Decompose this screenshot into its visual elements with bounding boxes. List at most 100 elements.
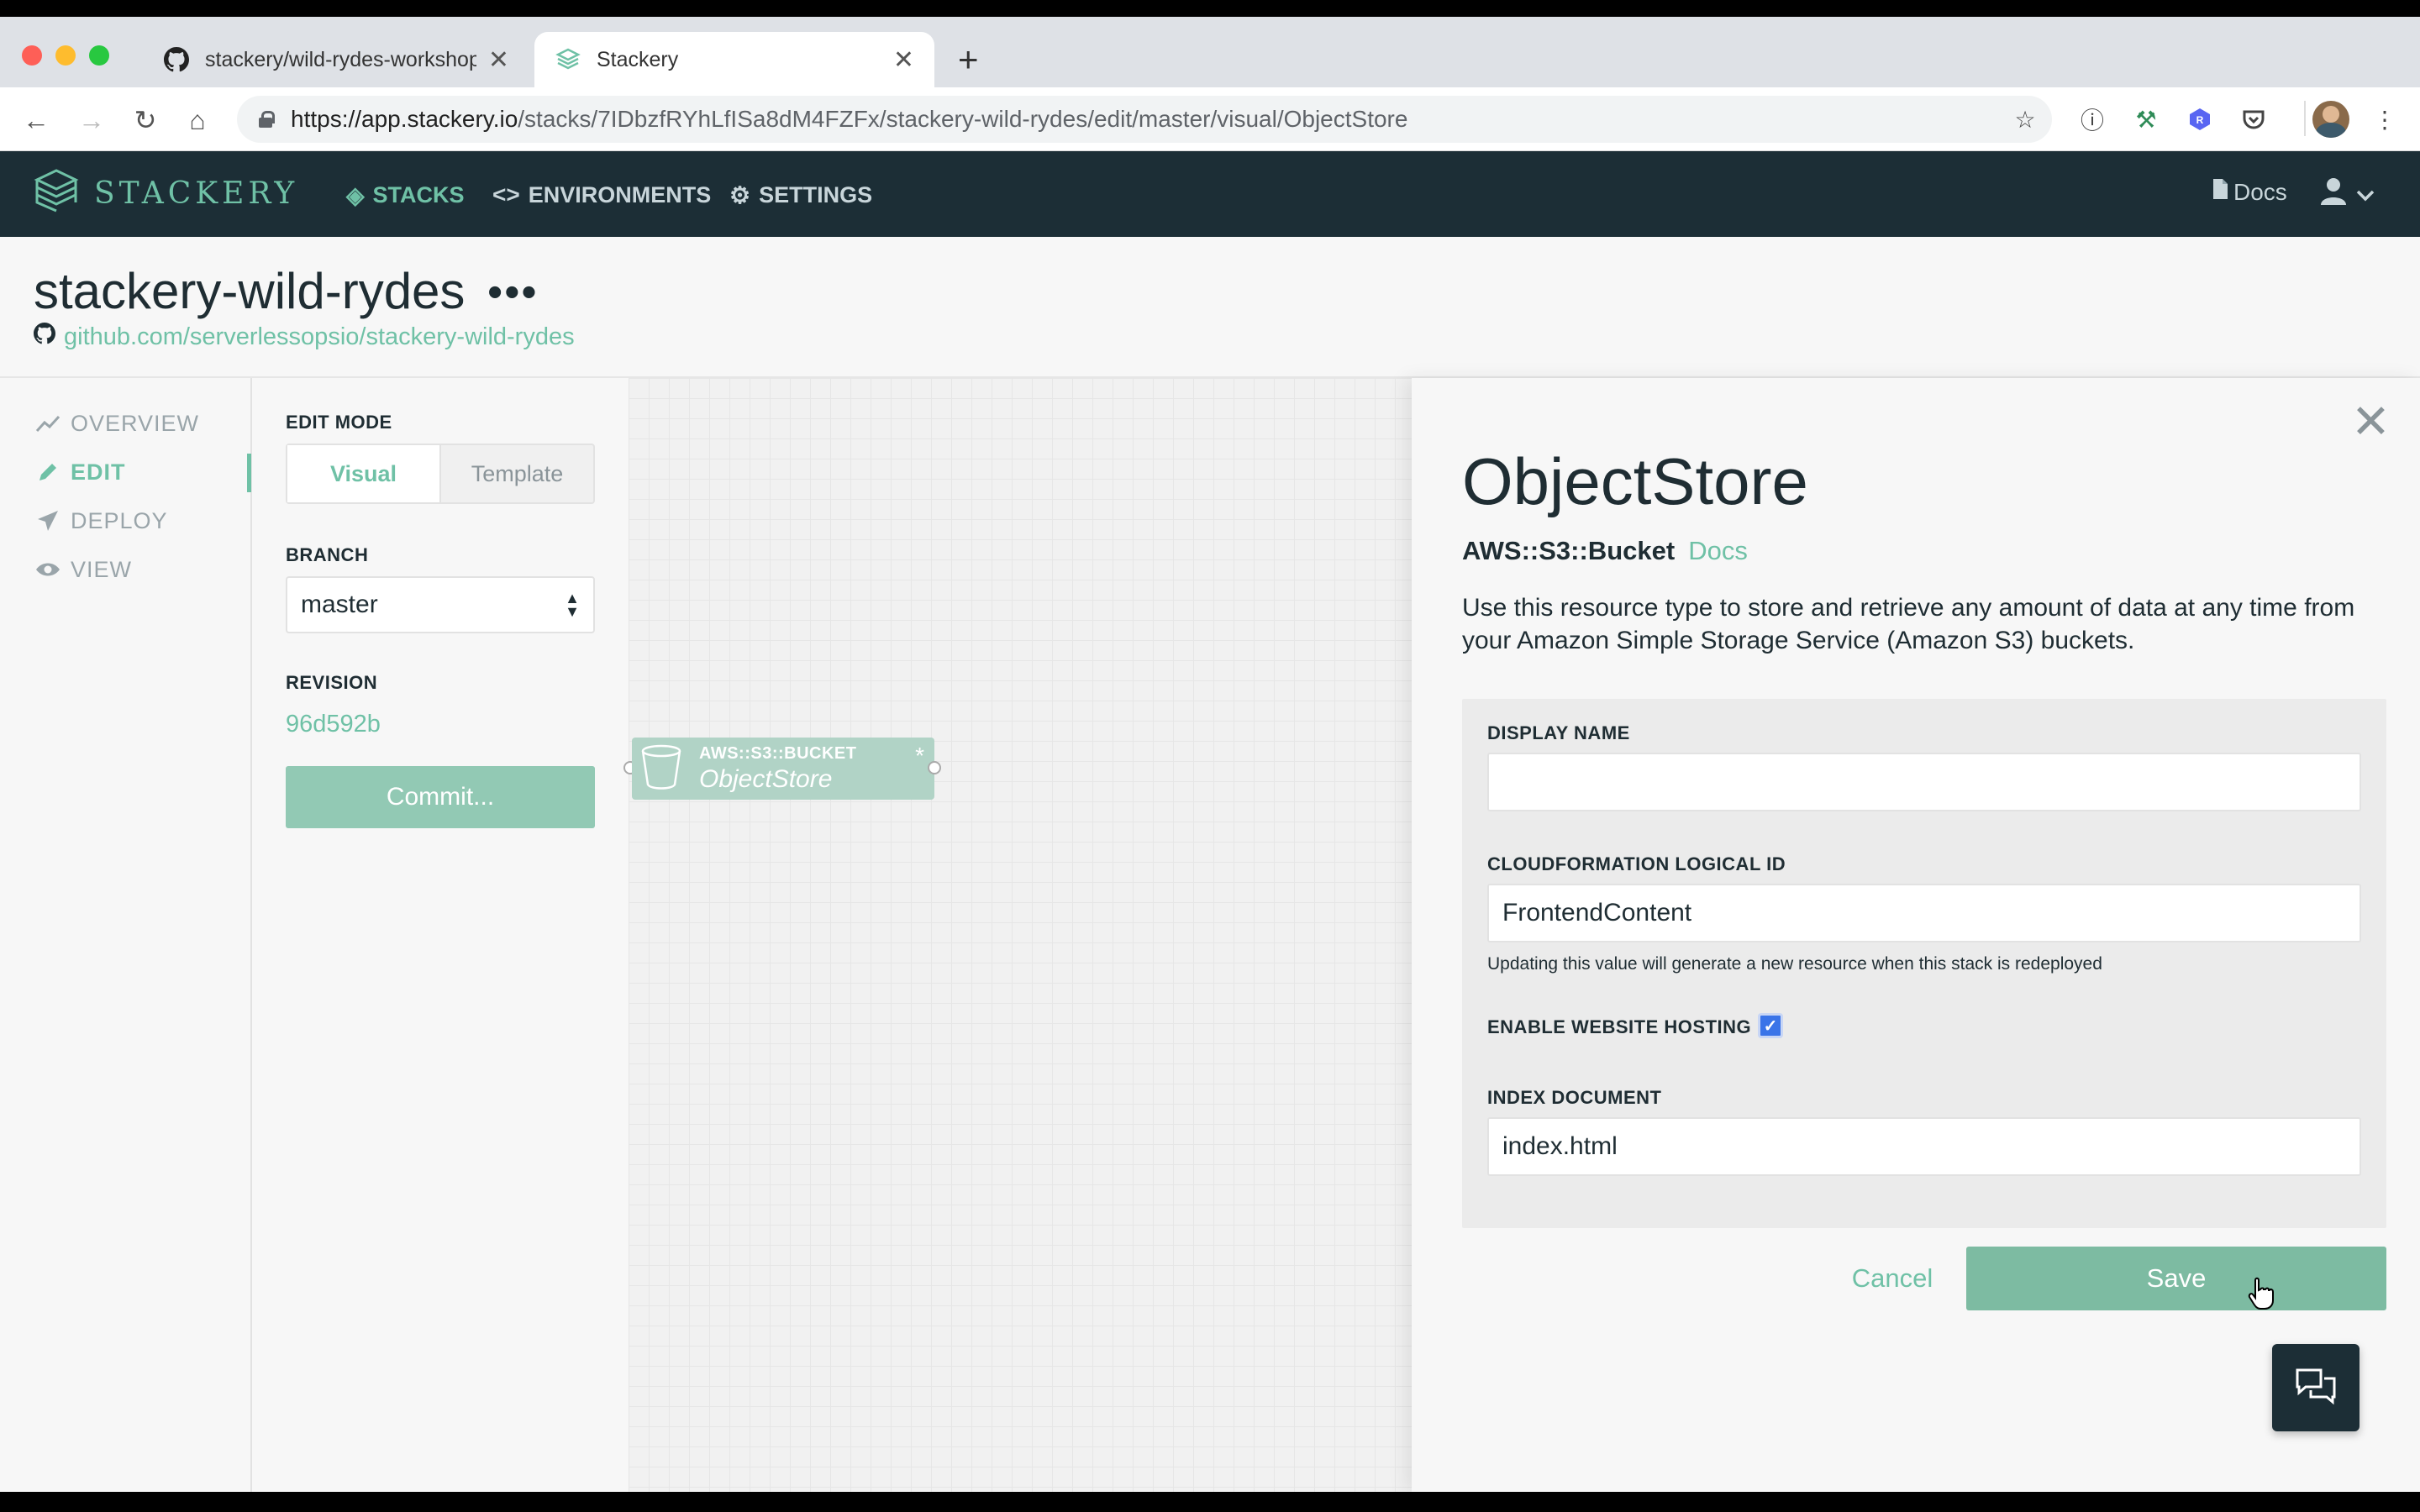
nav-settings[interactable]: ⚙ SETTINGS — [729, 178, 872, 212]
sidebar-item-label: VIEW — [71, 556, 133, 582]
mode-visual-button[interactable]: Visual — [287, 445, 441, 502]
user-icon — [2319, 176, 2348, 212]
more-options-button[interactable]: ••• — [487, 267, 539, 318]
visual-canvas[interactable] — [629, 378, 1412, 1492]
cancel-button[interactable]: Cancel — [1832, 1247, 1953, 1310]
minimize-window-button[interactable] — [55, 45, 76, 66]
r-extension-icon[interactable]: R — [2185, 104, 2215, 134]
lock-icon — [259, 111, 275, 128]
resource-docs-link[interactable]: Docs — [1688, 536, 1748, 566]
nav-settings-label: SETTINGS — [759, 181, 873, 207]
stackery-icon — [555, 46, 581, 73]
eye-icon — [34, 561, 62, 578]
forward-button[interactable]: → — [74, 102, 109, 138]
stackery-logo-icon — [34, 167, 79, 220]
sidebar-item-deploy[interactable]: DEPLOY — [34, 504, 168, 538]
browser-menu-icon[interactable]: ⋮ — [2370, 104, 2400, 134]
sidebar-item-label: EDIT — [71, 459, 126, 485]
home-button[interactable]: ⌂ — [180, 102, 215, 138]
branch-value: master — [301, 591, 378, 618]
node-name: ObjectStore — [699, 764, 833, 793]
stackery-logo[interactable]: STACKERY — [34, 168, 298, 218]
chat-button[interactable] — [2272, 1344, 2360, 1431]
edit-mode-label: EDIT MODE — [286, 412, 392, 433]
github-icon — [163, 46, 190, 73]
docs-link[interactable]: Docs — [2212, 178, 2287, 206]
active-indicator — [247, 454, 251, 492]
svg-text:R: R — [2196, 114, 2204, 126]
tab-stackery[interactable]: Stackery ✕ — [534, 32, 934, 87]
sidebar-item-view[interactable]: VIEW — [34, 553, 132, 586]
repo-link-label: github.com/serverlessopsio/stackery-wild… — [64, 323, 575, 350]
sidebar-item-edit[interactable]: EDIT — [34, 455, 126, 489]
pencil-icon — [34, 461, 62, 483]
edit-mode-toggle: Visual Template — [286, 444, 595, 504]
logo-text: STACKERY — [94, 176, 299, 211]
branch-label: BRANCH — [286, 544, 369, 565]
sidebar-item-label: DEPLOY — [71, 507, 168, 533]
gear-icon: ⚙ — [729, 181, 751, 208]
toolbar-divider — [2304, 101, 2306, 136]
layers-icon: ◈ — [346, 181, 365, 208]
display-name-input[interactable] — [1487, 753, 2361, 811]
tab-title: stackery/wild-rydes-workshop — [205, 47, 476, 71]
display-name-label: DISPLAY NAME — [1487, 722, 1630, 743]
pocket-icon[interactable] — [2238, 104, 2269, 134]
logical-id-input[interactable] — [1487, 884, 2361, 942]
sidebar-item-overview[interactable]: OVERVIEW — [34, 407, 199, 440]
hammer-extension-icon[interactable]: ⚒ — [2131, 104, 2161, 134]
chart-line-icon — [34, 414, 62, 433]
close-icon[interactable]: ✕ — [488, 45, 509, 75]
index-document-input[interactable] — [1487, 1117, 2361, 1176]
node-type: AWS::S3::BUCKET — [699, 743, 857, 763]
new-tab-button[interactable]: + — [958, 42, 979, 77]
tab-github[interactable]: stackery/wild-rydes-workshop ✕ — [143, 32, 529, 87]
github-icon — [34, 323, 55, 351]
unsaved-marker: * — [915, 743, 924, 769]
docs-label: Docs — [2233, 178, 2287, 205]
tab-title: Stackery — [597, 47, 679, 71]
resource-type-row: AWS::S3::Bucket Docs — [1462, 536, 1748, 566]
nav-stacks[interactable]: ◈ STACKS — [346, 178, 465, 212]
close-icon[interactable]: ✕ — [893, 45, 914, 75]
info-extension-icon[interactable]: ⓘ — [2077, 104, 2107, 134]
url-path: /stacks/7IDbzfRYhLfISa8dM4FZFx/stackery-… — [518, 106, 1408, 132]
hand-cursor-icon — [2247, 1277, 2274, 1315]
save-button[interactable]: Save — [1966, 1247, 2386, 1310]
nav-environments[interactable]: <> ENVIRONMENTS — [492, 178, 711, 212]
nav-environments-label: ENVIRONMENTS — [528, 181, 712, 207]
bucket-icon — [640, 744, 682, 794]
website-hosting-label: ENABLE WEBSITE HOSTING — [1487, 1016, 1752, 1037]
chevron-down-icon — [2356, 180, 2375, 208]
divider — [250, 378, 252, 1492]
revision-link[interactable]: 96d592b — [286, 711, 381, 738]
user-menu[interactable] — [2319, 176, 2375, 212]
website-hosting-checkbox[interactable]: ✓ — [1758, 1013, 1783, 1038]
branch-select[interactable]: master ▲ ▼ — [286, 576, 595, 633]
select-arrows-icon: ▲ ▼ — [565, 590, 580, 620]
back-button[interactable]: ← — [18, 102, 54, 138]
repo-link[interactable]: github.com/serverlessopsio/stackery-wild… — [34, 323, 575, 351]
profile-avatar[interactable] — [2312, 101, 2349, 138]
output-port[interactable] — [928, 761, 941, 774]
paper-plane-icon — [34, 509, 62, 533]
address-bar[interactable]: https://app.stackery.io/stacks/7IDbzfRYh… — [237, 96, 2052, 143]
close-icon[interactable]: ✕ — [2351, 398, 2391, 445]
reload-button[interactable]: ↻ — [128, 102, 163, 138]
close-window-button[interactable] — [22, 45, 42, 66]
commit-button[interactable]: Commit... — [286, 766, 595, 828]
resource-title: ObjectStore — [1462, 444, 1808, 518]
zoom-window-button[interactable] — [89, 45, 109, 66]
resource-node-objectstore[interactable]: AWS::S3::BUCKET ObjectStore * — [632, 738, 934, 800]
bookmark-star-icon[interactable]: ☆ — [2010, 104, 2040, 134]
nav-stacks-label: STACKS — [372, 181, 465, 207]
logical-id-label: CLOUDFORMATION LOGICAL ID — [1487, 853, 1786, 874]
url-host: https://app.stackery.io — [291, 106, 518, 132]
index-document-label: INDEX DOCUMENT — [1487, 1087, 1662, 1108]
resource-description: Use this resource type to store and retr… — [1462, 594, 2355, 654]
mode-template-button[interactable]: Template — [441, 445, 593, 502]
document-icon — [2212, 178, 2228, 206]
stack-title: stackery-wild-rydes — [34, 263, 466, 319]
chat-bubbles-icon — [2294, 1367, 2338, 1410]
resource-type: AWS::S3::Bucket — [1462, 536, 1676, 565]
